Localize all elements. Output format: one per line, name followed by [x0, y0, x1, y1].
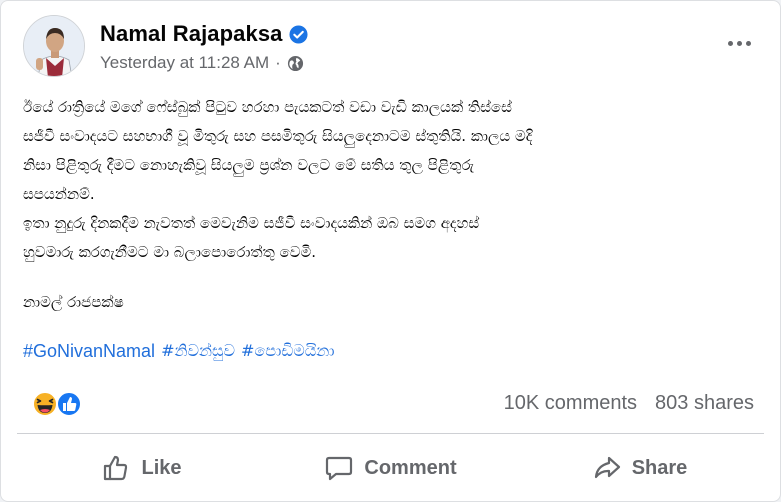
- like-button[interactable]: Like: [17, 441, 266, 495]
- post-card: Namal Rajapaksa Yesterday at 11:28 AM ·: [0, 0, 781, 502]
- hashtag-list: #GoNivanNamal #නිවන්සුව #පොඩිමයිනා: [23, 341, 335, 362]
- engagement-counts: 10K comments 803 shares: [504, 392, 754, 415]
- comment-bubble-icon: [326, 456, 353, 481]
- reactions-summary[interactable]: [23, 390, 87, 418]
- share-label: Share: [631, 456, 688, 479]
- avatar-illustration: [24, 16, 84, 76]
- comment-button[interactable]: Comment: [266, 441, 515, 495]
- verified-badge-icon: [288, 24, 308, 44]
- post-stats: 10K comments 803 shares: [23, 388, 754, 418]
- hashtag-link[interactable]: #නිවන්සුව: [161, 341, 235, 362]
- comments-count[interactable]: 10K comments: [504, 392, 637, 415]
- comment-label: Comment: [364, 456, 457, 479]
- like-label: Like: [141, 456, 182, 479]
- author-name[interactable]: Namal Rajapaksa: [100, 21, 283, 47]
- share-arrow-icon: [594, 456, 620, 479]
- avatar[interactable]: [23, 15, 85, 77]
- post-body-line: සපයන්නම්.: [23, 185, 95, 203]
- thumbs-up-icon: [104, 455, 128, 481]
- actions-divider: [17, 433, 764, 434]
- post-timestamp[interactable]: Yesterday at 11:28 AM: [100, 53, 269, 73]
- hashtag-link[interactable]: #පොඩිමයිනා: [241, 341, 335, 362]
- share-button[interactable]: Share: [515, 441, 764, 495]
- post-body-line: ඊයේ රාත්‍රියේ මගේ ෆේස්බුක් පිටුව හරහා පැ…: [23, 98, 512, 116]
- author-row: Namal Rajapaksa: [100, 21, 308, 47]
- shares-count[interactable]: 803 shares: [655, 392, 754, 415]
- post-body: ඊයේ රාත්‍රියේ මගේ ෆේස්බුක් පිටුව හරහා පැ…: [23, 93, 763, 317]
- post-signature: නාමල් රාජපක්ෂ: [23, 293, 124, 311]
- post-actions: Like Comment Share: [17, 441, 764, 495]
- more-dot: [745, 40, 751, 46]
- like-icon: [56, 391, 82, 417]
- globe-icon[interactable]: [287, 55, 304, 72]
- more-options-button[interactable]: [722, 33, 756, 53]
- post-body-line: සජීවී සංවාදයට සහභාගී වූ මිතුරු සහ පසමිතු…: [23, 127, 533, 145]
- hashtag-link[interactable]: #GoNivanNamal: [23, 341, 155, 362]
- more-dot: [736, 40, 742, 46]
- haha-icon: [32, 391, 58, 417]
- meta-separator: ·: [275, 53, 281, 72]
- post-body-line: නිසා පිළිතුරු දීමට නොහැකිවූ සියලුම ප්‍රශ…: [23, 156, 474, 174]
- post-header: Namal Rajapaksa Yesterday at 11:28 AM ·: [23, 15, 760, 79]
- post-meta: Yesterday at 11:28 AM ·: [100, 53, 304, 73]
- post-body-line: ඉතා නුදුරු දිනකදීම නැවතත් මෙවැනිම සජීවී …: [23, 214, 480, 232]
- more-dot: [727, 40, 733, 46]
- post-body-line: හුවමාරු කරගැනීමට මා බලාපොරොත්තු වෙමි.: [23, 243, 317, 261]
